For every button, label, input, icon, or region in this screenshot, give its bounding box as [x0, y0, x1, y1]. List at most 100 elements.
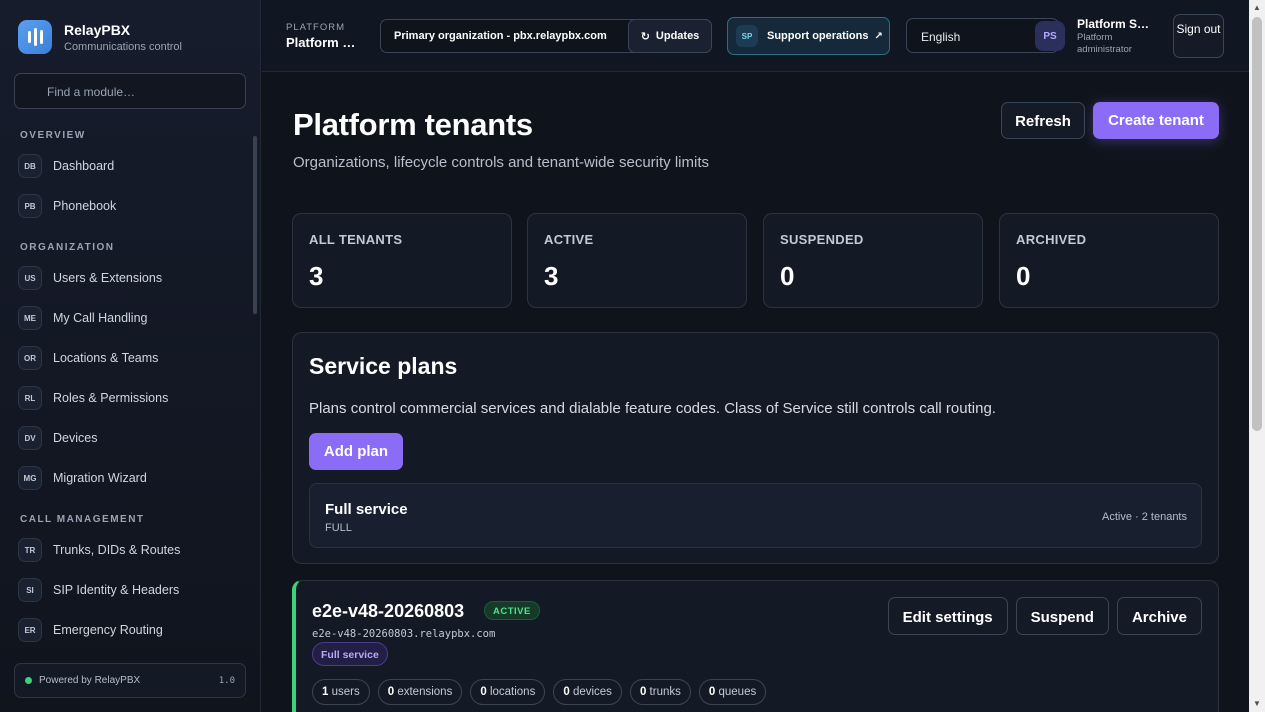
support-icon: SP [736, 25, 758, 47]
stat-label: SUSPENDED [780, 232, 864, 247]
stat-label: ALL TENANTS [309, 232, 403, 247]
status-dot-icon [25, 677, 32, 684]
sidebar-item-devices[interactable]: DV Devices [0, 418, 250, 458]
stat-label: ACTIVE [544, 232, 594, 247]
platform-title: Platform … [286, 35, 356, 50]
plan-meta: Active · 2 tenants [1102, 511, 1187, 523]
sidebar-item-trunks[interactable]: TR Trunks, DIDs & Routes [0, 530, 250, 570]
devices-icon: DV [18, 426, 42, 450]
sidebar-item-users[interactable]: US Users & Extensions [0, 258, 250, 298]
refresh-icon: ↻ [640, 30, 650, 43]
version-label: 1.0 [218, 675, 235, 686]
suspend-button[interactable]: Suspend [1015, 597, 1109, 635]
stat-value: 3 [309, 261, 324, 291]
service-plans-panel: Service plans Plans control commercial s… [292, 332, 1219, 564]
sidebar-scrollbar[interactable] [253, 136, 257, 314]
sidebar-nav: OVERVIEW DB Dashboard PB Phonebook ORGANIZ… [0, 124, 250, 652]
powered-by-text: Powered by RelayPBX [39, 675, 141, 686]
stat-value: 3 [544, 261, 559, 291]
nav-section-organization: ORGANIZATION [20, 242, 115, 253]
tenant-card: e2e-v48-20260803 ACTIVE e2e-v48-20260803… [292, 580, 1219, 712]
nav-section-overview: OVERVIEW [20, 130, 86, 141]
sidebar-item-my-call-handling[interactable]: ME My Call Handling [0, 298, 250, 338]
brand[interactable]: RelayPBX Communications control [18, 20, 182, 54]
stat-label: ARCHIVED [1016, 232, 1087, 247]
external-link-icon: ↗ [874, 30, 883, 42]
refresh-button[interactable]: Refresh [1001, 102, 1085, 139]
user-name: Platform S… [1077, 17, 1150, 31]
sidebar-item-label: My Call Handling [53, 311, 148, 325]
phonebook-icon: PB [18, 194, 42, 218]
service-plans-title: Service plans [309, 353, 458, 379]
scroll-down-icon[interactable]: ▼ [1253, 699, 1261, 708]
module-search-input[interactable]: Find a module… [14, 73, 246, 109]
nav-section-call-management: CALL MANAGEMENT [20, 514, 145, 525]
scroll-up-icon[interactable]: ▲ [1253, 3, 1261, 12]
sidebar-item-label: Emergency Routing [53, 623, 163, 637]
stat-active: ACTIVE 3 [527, 213, 747, 308]
add-plan-button[interactable]: Add plan [309, 433, 403, 470]
brand-name: RelayPBX [64, 21, 131, 38]
sidebar-item-locations[interactable]: OR Locations & Teams [0, 338, 250, 378]
stat-all-tenants: ALL TENANTS 3 [292, 213, 512, 308]
sidebar-item-label: Roles & Permissions [53, 391, 169, 405]
sidebar-item-label: Phonebook [53, 199, 117, 213]
stat-value: 0 [780, 261, 795, 291]
relaypbx-logo-icon [18, 20, 52, 54]
create-tenant-button[interactable]: Create tenant [1093, 102, 1219, 139]
page-scrollbar[interactable]: ▲ ▼ [1249, 0, 1265, 712]
page-subtitle: Organizations, lifecycle controls and te… [293, 154, 710, 171]
migration-icon: MG [18, 466, 42, 490]
page-title: Platform tenants [293, 107, 533, 142]
dashboard-icon: DB [18, 154, 42, 178]
sidebar-item-label: Devices [53, 431, 98, 445]
plan-row[interactable]: Full service FULL Active · 2 tenants [309, 483, 1202, 548]
sidebar-item-emergency[interactable]: ER Emergency Routing [0, 610, 250, 650]
users-icon: US [18, 266, 42, 290]
roles-icon: RL [18, 386, 42, 410]
count-extensions: 0 extensions [377, 679, 463, 705]
avatar[interactable]: PS [1035, 21, 1065, 51]
sidebar-item-label: Dashboard [53, 159, 115, 173]
archive-button[interactable]: Archive [1116, 597, 1202, 635]
locations-icon: OR [18, 346, 42, 370]
sidebar-item-label: Users & Extensions [53, 271, 163, 285]
sidebar-item-migration[interactable]: MG Migration Wizard [0, 458, 250, 498]
count-devices: 0 devices [553, 679, 622, 705]
edit-settings-button[interactable]: Edit settings [887, 597, 1008, 635]
emergency-icon: ER [18, 618, 42, 642]
count-queues: 0 queues [698, 679, 767, 705]
user-role: Platform administrator [1077, 32, 1132, 55]
main-content: Platform tenants Organizations, lifecycl… [262, 73, 1249, 712]
count-locations: 0 locations [470, 679, 546, 705]
scrollbar-thumb[interactable] [1252, 17, 1262, 431]
stat-suspended: SUSPENDED 0 [763, 213, 983, 308]
count-trunks: 0 trunks [629, 679, 691, 705]
support-operations-button[interactable]: SP Support operations ↗ [727, 17, 890, 55]
sidebar-item-roles[interactable]: RL Roles & Permissions [0, 378, 250, 418]
powered-by-footer: Powered by RelayPBX 1.0 [14, 663, 246, 698]
stat-value: 0 [1016, 261, 1031, 291]
service-plans-description: Plans control commercial services and di… [309, 400, 996, 417]
sidebar: RelayPBX Communications control Find a m… [0, 0, 261, 712]
sidebar-item-sip-identity[interactable]: SI SIP Identity & Headers [0, 570, 250, 610]
status-badge: ACTIVE [484, 601, 540, 620]
sidebar-item-phonebook[interactable]: PB Phonebook [0, 186, 250, 226]
plan-code: FULL [325, 522, 352, 534]
tenant-domain: e2e-v48-20260803.relaypbx.com [312, 628, 496, 640]
topbar: PLATFORM Platform … Primary organization… [262, 0, 1249, 72]
updates-button[interactable]: ↻ Updates [628, 19, 712, 53]
tenant-plan-chip: Full service [312, 642, 388, 666]
tenant-name: e2e-v48-20260803 [312, 601, 465, 621]
sip-identity-icon: SI [18, 578, 42, 602]
support-label: Support operations [767, 30, 869, 42]
sidebar-item-label: Trunks, DIDs & Routes [53, 543, 181, 557]
sign-out-button[interactable]: Sign out [1173, 14, 1224, 58]
sidebar-item-label: Locations & Teams [53, 351, 159, 365]
count-users: 1 users [312, 679, 370, 705]
call-handling-icon: ME [18, 306, 42, 330]
sidebar-item-dashboard[interactable]: DB Dashboard [0, 146, 250, 186]
trunks-icon: TR [18, 538, 42, 562]
tenant-counts: 1 users 0 extensions 0 locations 0 devic… [312, 679, 767, 705]
platform-kicker: PLATFORM [286, 22, 346, 33]
